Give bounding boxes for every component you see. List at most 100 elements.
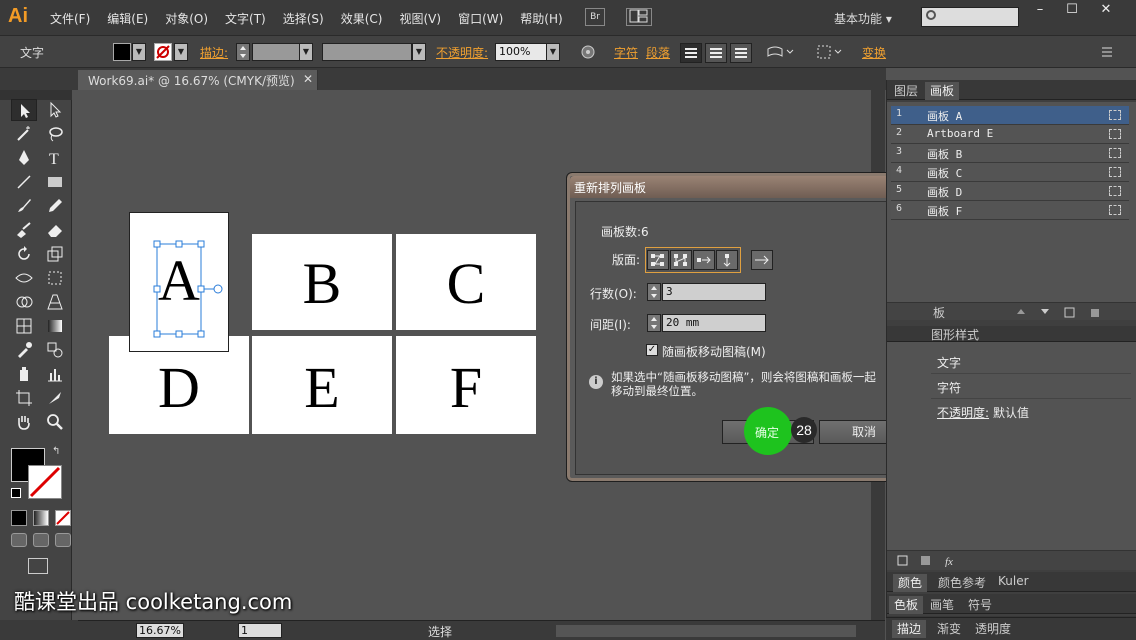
paintbrush-tool[interactable] — [11, 195, 37, 217]
move-artwork-checkbox[interactable]: ✓ — [646, 344, 658, 356]
stroke-weight-stepper[interactable] — [236, 43, 250, 61]
blend-tool[interactable] — [42, 339, 68, 361]
shape-builder-tool[interactable] — [11, 291, 37, 313]
close-tab-icon[interactable]: ✕ — [303, 72, 313, 86]
artboard-options-icon[interactable] — [1109, 148, 1121, 158]
align-right-button[interactable] — [730, 43, 752, 63]
menu-select[interactable]: 选择(S) — [283, 10, 324, 27]
ok-button-label[interactable]: 确定 — [755, 424, 779, 441]
tab-color-guide[interactable]: 颜色参考 — [933, 574, 991, 592]
text-selection-bounding-box[interactable] — [150, 238, 230, 340]
selection-tool[interactable] — [11, 99, 37, 121]
stroke-weight-dropdown[interactable]: ▼ — [299, 43, 313, 61]
rows-stepper[interactable] — [647, 283, 661, 301]
move-artwork-label[interactable]: 随画板移动图稿(M) — [662, 343, 766, 360]
stroke-label[interactable]: 描边: — [200, 44, 228, 61]
appearance-character-row[interactable]: 字符 — [937, 379, 961, 396]
gradient-tool[interactable] — [42, 315, 68, 337]
pencil-tool[interactable] — [42, 195, 68, 217]
lasso-tool[interactable] — [42, 123, 68, 145]
document-tab[interactable]: Work69.ai* @ 16.67% (CMYK/预览) ✕ — [78, 70, 318, 90]
minimize-button[interactable]: – — [1026, 3, 1054, 19]
rotate-tool[interactable] — [11, 243, 37, 265]
align-to-selection-icon[interactable] — [816, 44, 844, 60]
menu-edit[interactable]: 编辑(E) — [107, 10, 148, 27]
variable-width-field[interactable] — [322, 43, 412, 61]
tab-transparency[interactable]: 透明度 — [970, 620, 1016, 638]
column-graph-tool[interactable] — [42, 363, 68, 385]
menu-help[interactable]: 帮助(H) — [520, 10, 562, 27]
artboard-options-icon[interactable] — [1109, 167, 1121, 177]
artboard-options-icon[interactable] — [1109, 205, 1121, 215]
tab-swatches[interactable]: 色板 — [889, 596, 924, 614]
left-to-right-layout-button[interactable] — [751, 250, 773, 270]
tab-stroke[interactable]: 描边 — [892, 620, 927, 638]
envelope-warp-icon[interactable] — [766, 45, 794, 59]
direct-selection-tool[interactable] — [42, 99, 68, 121]
artboard-c[interactable]: C — [396, 234, 536, 330]
hand-tool[interactable] — [11, 411, 37, 433]
symbol-sprayer-tool[interactable] — [11, 363, 37, 385]
none-mode-button[interactable] — [55, 510, 71, 526]
tab-gradient[interactable]: 渐变 — [932, 620, 966, 638]
rectangle-tool[interactable] — [42, 171, 68, 193]
zoom-field[interactable]: 16.67% — [136, 623, 184, 638]
artboard-f[interactable]: F — [396, 336, 536, 434]
workspace-switcher[interactable]: 基本功能 ▾ — [834, 10, 892, 27]
arrange-documents-button[interactable] — [626, 8, 652, 26]
layout-grid-by-row-button[interactable] — [647, 250, 669, 270]
eraser-tool[interactable] — [42, 219, 68, 241]
transform-link[interactable]: 变换 — [862, 44, 886, 61]
swap-colors-icon[interactable]: ↰ — [52, 446, 60, 457]
menu-type[interactable]: 文字(T) — [225, 10, 266, 27]
stroke-weight-field[interactable] — [252, 43, 300, 61]
variable-width-dropdown[interactable]: ▼ — [412, 43, 426, 61]
artboard-options-icon[interactable] — [1109, 110, 1121, 120]
artboard-navigation-field[interactable]: 1 — [238, 623, 282, 638]
default-colors-icon[interactable] — [11, 488, 21, 498]
screen-mode-button[interactable] — [28, 558, 48, 574]
artboard-tool[interactable] — [11, 387, 37, 409]
eyedropper-tool[interactable] — [11, 339, 37, 361]
artboard-options-icon[interactable] — [1109, 186, 1121, 196]
magic-wand-tool[interactable] — [11, 123, 37, 145]
mesh-tool[interactable] — [11, 315, 37, 337]
menu-object[interactable]: 对象(O) — [165, 10, 208, 27]
appearance-footer-icons[interactable]: fx — [897, 555, 977, 567]
layout-grid-by-column-button[interactable] — [670, 250, 692, 270]
artboard-row-6[interactable]: 6 画板 F — [891, 201, 1129, 220]
draw-normal-button[interactable] — [11, 533, 27, 547]
line-tool[interactable] — [11, 171, 37, 193]
panel-menu-icon[interactable] — [1100, 46, 1116, 58]
horizontal-scrollbar[interactable] — [556, 625, 856, 637]
align-center-button[interactable] — [705, 43, 727, 63]
help-search-input[interactable] — [921, 7, 1019, 27]
layout-arrange-by-column-button[interactable] — [716, 250, 738, 270]
artboard-b[interactable]: B — [252, 234, 392, 330]
gradient-mode-button[interactable] — [33, 510, 49, 526]
pen-tool[interactable] — [11, 147, 37, 169]
artboard-options-icon[interactable] — [1109, 129, 1121, 139]
opacity-label[interactable]: 不透明度: — [436, 44, 488, 61]
appearance-opacity-label[interactable]: 不透明度: — [937, 404, 989, 421]
opacity-field[interactable]: 100% — [495, 43, 547, 61]
fill-dropdown[interactable]: ▼ — [132, 43, 146, 61]
width-tool[interactable] — [11, 267, 37, 289]
paragraph-link[interactable]: 段落 — [646, 44, 670, 61]
tab-brushes[interactable]: 画笔 — [925, 596, 959, 614]
menu-view[interactable]: 视图(V) — [399, 10, 441, 27]
stroke-color-box[interactable] — [28, 465, 62, 499]
tab-graphic-styles[interactable]: 图形样式 — [931, 326, 979, 343]
current-tool-status[interactable]: 选择 — [428, 623, 452, 640]
zoom-tool[interactable] — [42, 411, 68, 433]
artboards-footer-icons[interactable] — [1013, 306, 1123, 318]
artboard-e[interactable]: E — [252, 336, 392, 434]
character-link[interactable]: 字符 — [614, 44, 638, 61]
artboard-row-4[interactable]: 4 画板 C — [891, 163, 1129, 182]
type-tool[interactable]: T — [42, 147, 68, 169]
draw-behind-button[interactable] — [33, 533, 49, 547]
tab-layers[interactable]: 图层 — [889, 82, 923, 100]
slice-tool[interactable] — [42, 387, 68, 409]
artboard-row-1[interactable]: 1 画板 A — [891, 106, 1129, 125]
artboard-row-5[interactable]: 5 画板 D — [891, 182, 1129, 201]
